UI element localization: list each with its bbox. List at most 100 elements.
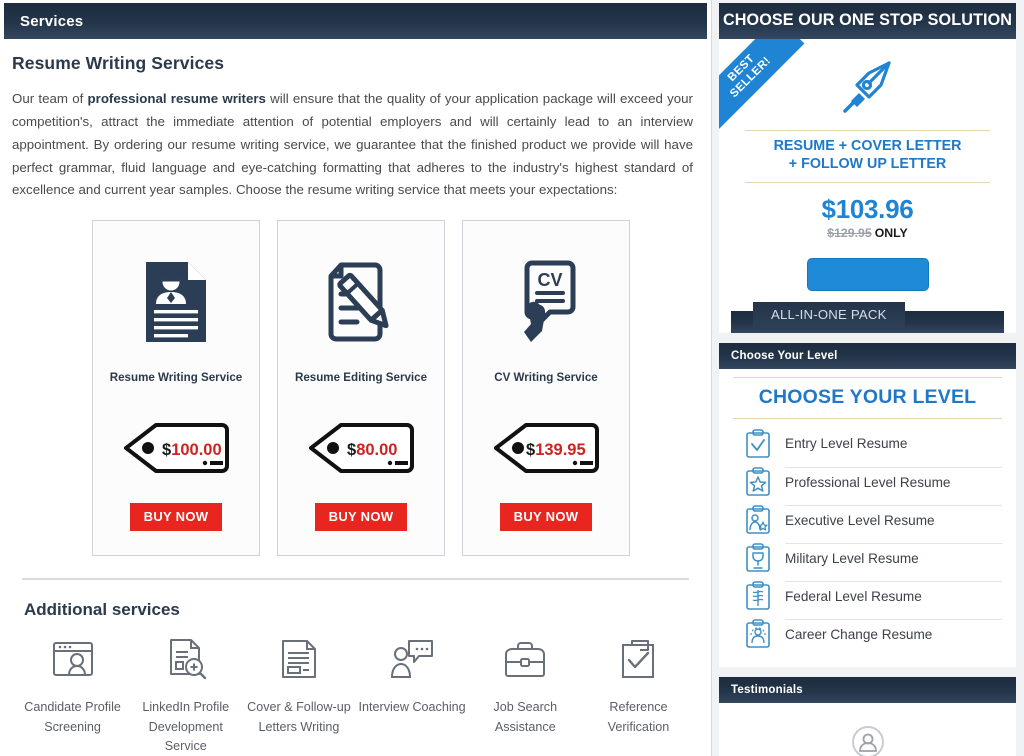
person-speech-bubble-icon (389, 636, 435, 682)
promo-package-line-1: RESUME + COVER LETTER (773, 138, 962, 154)
page-title: Resume Writing Services (12, 53, 225, 73)
level-item-label: Federal Level Resume (785, 580, 1002, 611)
clipboard-career-change-icon (743, 618, 773, 649)
browser-profile-screening-icon (51, 636, 95, 682)
all-in-one-pack-tab: ALL-IN-ONE PACK (753, 301, 905, 328)
additional-service-label: Job Search Assistance (493, 700, 558, 734)
briefcase-icon (502, 636, 548, 682)
clipboard-check-level-icon (743, 428, 773, 459)
price-amount: 80.00 (356, 440, 398, 459)
additional-service-item[interactable]: Interview Coaching (356, 636, 469, 756)
clipboard-star-level-icon (743, 466, 773, 497)
price-value: $80.00 (347, 441, 397, 460)
level-item-label: Professional Level Resume (785, 466, 1002, 497)
intro-text-1: Our team of (12, 91, 88, 106)
level-item-label: Executive Level Resume (785, 504, 1002, 535)
service-card-title: Resume Writing Service (109, 371, 243, 385)
service-card-price: $100.00 (122, 422, 230, 479)
intro-paragraph: Our team of professional resume writers … (12, 88, 693, 202)
section-divider (22, 578, 689, 581)
user-avatar-circle-icon (851, 725, 885, 756)
letter-document-icon (278, 636, 320, 682)
clipboard-federal-level-icon (743, 580, 773, 611)
main-content-column: Services Resume Writing Services Our tea… (0, 0, 712, 756)
promo-price-subline: $129.95 ONLY (731, 226, 1004, 240)
choose-level-heading: CHOOSE YOUR LEVEL (733, 376, 1002, 419)
additional-service-label: Candidate Profile Screening (24, 700, 121, 734)
choose-level-widget: Choose Your Level CHOOSE YOUR LEVEL Entr… (719, 342, 1016, 667)
main-body: Resume Writing Services Our team of prof… (0, 39, 711, 756)
promo-body: BEST SELLER! RESUME + COVER LETTER + FOL… (719, 39, 1016, 333)
sidebar-column: CHOOSE OUR ONE STOP SOLUTION BEST SELLER… (712, 0, 1024, 756)
additional-service-label: Interview Coaching (358, 700, 466, 715)
promo-footer-bar: ALL-IN-ONE PACK (731, 301, 1004, 333)
service-card-title: Resume Editing Service (294, 371, 428, 385)
level-list: Entry Level Resume Professional Level Re… (733, 425, 1002, 653)
level-item-military[interactable]: Military Level Resume (743, 539, 1002, 577)
choose-level-widget-title: Choose Your Level (719, 342, 1016, 369)
page-root: Services Resume Writing Services Our tea… (0, 0, 1024, 756)
service-card[interactable]: Resume Writing Service $100.00 BUY NOW (92, 220, 260, 557)
additional-services-heading: Additional services (24, 600, 180, 620)
level-item-label: Career Change Resume (785, 618, 1002, 649)
additional-service-label: Reference Verification (607, 700, 670, 734)
additional-service-label: LinkedIn Profile Development Service (142, 700, 230, 754)
level-item-entry[interactable]: Entry Level Resume (743, 425, 1002, 463)
clipboard-military-level-icon (743, 542, 773, 573)
price-tag-icon: $100.00 (122, 422, 230, 479)
service-card[interactable]: Resume Editing Service $80.00 BUY NOW (277, 220, 445, 557)
service-card-price: $80.00 (307, 422, 415, 479)
promo-only-label: ONLY (874, 225, 908, 240)
services-title-bar: Services (4, 3, 707, 39)
svg-text:CV: CV (537, 270, 562, 290)
intro-text-2: will ensure that the quality of your app… (12, 91, 693, 198)
price-amount: 100.00 (171, 440, 222, 459)
testimonials-widget-title: Testimonials (719, 676, 1016, 703)
resume-person-document-icon (144, 259, 208, 345)
buy-now-button[interactable]: BUY NOW (129, 503, 223, 532)
choose-level-body: CHOOSE YOUR LEVEL Entry Level Resume Pro… (719, 369, 1016, 667)
additional-service-label: Cover & Follow-up Letters Writing (247, 700, 351, 734)
buy-now-button[interactable]: BUY NOW (499, 503, 593, 532)
promo-old-price: $129.95 (827, 225, 872, 240)
additional-service-item[interactable]: Candidate Profile Screening (16, 636, 129, 756)
level-item-label: Entry Level Resume (785, 436, 908, 452)
price-value: $100.00 (162, 441, 222, 460)
level-item-label: Military Level Resume (785, 542, 1002, 573)
document-magnifier-plus-icon (164, 636, 208, 682)
intro-bold-phrase: professional resume writers (87, 91, 266, 106)
additional-service-item[interactable]: LinkedIn Profile Development Service (129, 636, 242, 756)
price-currency: $ (162, 440, 172, 459)
price-currency: $ (526, 440, 536, 459)
additional-services-row: Candidate Profile Screening LinkedIn Pro… (12, 636, 699, 756)
clipboard-person-star-level-icon (743, 504, 773, 535)
price-amount: 139.95 (535, 440, 586, 459)
promo-order-button[interactable] (806, 257, 929, 291)
document-pencil-edit-icon (325, 259, 397, 345)
buy-now-button[interactable]: BUY NOW (314, 503, 408, 532)
price-value: $139.95 (526, 441, 586, 460)
service-cards-row: Resume Writing Service $100.00 BUY NOW R… (12, 220, 699, 557)
cv-document-hand-icon: CV (510, 259, 582, 345)
level-item-federal[interactable]: Federal Level Resume (743, 577, 1002, 615)
service-card[interactable]: CV CV Writing Service $139.95 BUY NOW (462, 220, 630, 557)
additional-service-item[interactable]: Job Search Assistance (469, 636, 582, 756)
promo-package-name: RESUME + COVER LETTER + FOLLOW UP LETTER (745, 130, 990, 183)
promo-package-line-2: + FOLLOW UP LETTER (788, 155, 947, 172)
promo-widget: CHOOSE OUR ONE STOP SOLUTION BEST SELLER… (719, 3, 1016, 333)
price-tag-icon: $139.95 (492, 422, 600, 479)
level-item-professional[interactable]: Professional Level Resume (743, 463, 1002, 501)
testimonials-body (719, 702, 1016, 756)
promo-header-title: CHOOSE OUR ONE STOP SOLUTION (719, 3, 1016, 39)
service-card-title: CV Writing Service (494, 371, 598, 385)
service-card-price: $139.95 (492, 422, 600, 479)
additional-service-item[interactable]: Cover & Follow-up Letters Writing (242, 636, 355, 756)
level-item-executive[interactable]: Executive Level Resume (743, 501, 1002, 539)
promo-price: $103.96 (821, 193, 914, 224)
level-item-career-change[interactable]: Career Change Resume (743, 615, 1002, 653)
additional-service-item[interactable]: Reference Verification (582, 636, 695, 756)
services-title-text: Services (20, 12, 84, 30)
price-currency: $ (347, 440, 357, 459)
testimonials-widget: Testimonials (719, 676, 1016, 756)
price-tag-icon: $80.00 (307, 422, 415, 479)
